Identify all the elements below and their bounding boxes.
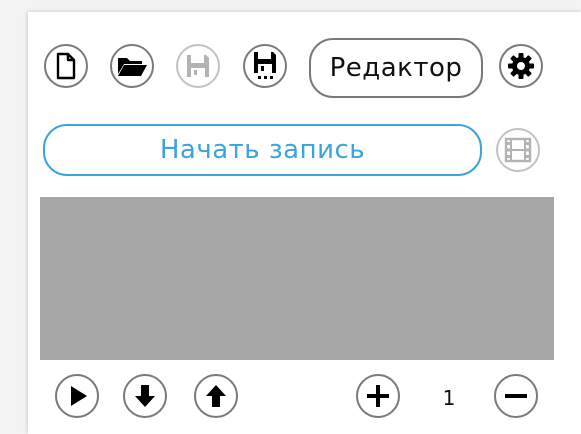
plus-icon [367, 385, 389, 407]
editor-button[interactable]: Редактор [309, 38, 483, 98]
step-counter: 1 [442, 386, 456, 410]
plus-button[interactable] [356, 374, 400, 418]
film-icon [504, 137, 532, 163]
move-up-button[interactable] [194, 374, 238, 418]
save-icon [187, 55, 209, 77]
start-recording-button[interactable]: Начать запись [43, 124, 482, 176]
minus-icon [505, 394, 527, 398]
new-file-button[interactable] [44, 44, 88, 88]
open-button[interactable] [110, 44, 154, 88]
play-icon [71, 386, 87, 406]
new-file-icon [56, 52, 76, 80]
start-recording-label: Начать запись [159, 135, 366, 165]
save-as-icon [254, 52, 276, 79]
save-as-button[interactable] [243, 44, 287, 88]
arrow-down-icon [135, 385, 155, 407]
save-button[interactable] [176, 44, 220, 88]
editor-button-label: Редактор [329, 53, 463, 83]
arrow-up-icon [206, 385, 226, 407]
preview-area [40, 197, 554, 360]
open-folder-icon [118, 58, 147, 76]
play-button[interactable] [55, 374, 99, 418]
minus-button[interactable] [494, 374, 538, 418]
settings-button[interactable] [499, 44, 543, 88]
film-button[interactable] [496, 128, 540, 172]
gear-icon [508, 53, 534, 79]
move-down-button[interactable] [123, 374, 167, 418]
